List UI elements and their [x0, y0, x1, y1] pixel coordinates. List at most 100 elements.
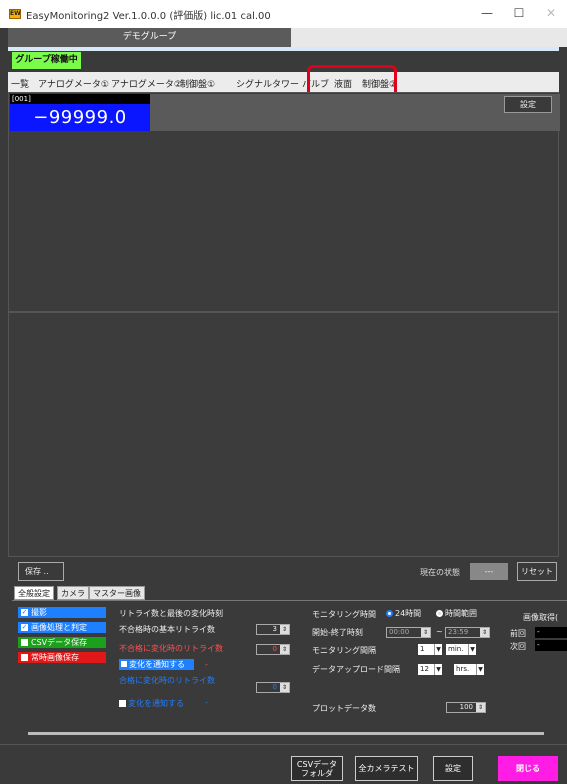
- select-value: hrs.: [456, 665, 470, 673]
- start-time-input[interactable]: 00:00 ⇕: [386, 627, 431, 638]
- checkbox-capture[interactable]: ✓ 撮影: [18, 607, 106, 618]
- checkbox-label: 常時画像保存: [31, 653, 79, 662]
- stepper-value: 3: [272, 625, 277, 633]
- monitor-cell-value[interactable]: −99999.0: [10, 104, 150, 131]
- chevron-down-icon: ▼: [468, 644, 476, 655]
- tab-general-settings[interactable]: 全般設定: [14, 586, 54, 600]
- upload-value-select[interactable]: 12 ▼: [418, 664, 442, 675]
- stepper-arrows-icon[interactable]: ⇕: [421, 628, 430, 637]
- retry-basic-label: 不合格時の基本リトライ数: [119, 625, 215, 634]
- notify-2-extra: -: [205, 698, 208, 707]
- checkbox-empty-icon: [21, 654, 28, 661]
- retry-section-title: リトライ数と最後の変化時刻: [119, 609, 223, 618]
- previous-capture-value: -: [535, 627, 567, 638]
- csv-folder-button[interactable]: CSVデータ フォルダ: [291, 756, 343, 781]
- footer-settings-button[interactable]: 設定: [433, 756, 473, 781]
- tab-control-panel-1[interactable]: 制御盤①: [180, 77, 215, 90]
- csv-folder-line2: フォルダ: [301, 769, 333, 778]
- time-value: 00:00: [389, 628, 410, 636]
- window-title: EasyMonitoring2 Ver.1.0.0.0 (評価版) lic.01…: [26, 11, 271, 22]
- notify-change-checkbox-1[interactable]: 変化を通知する: [119, 659, 194, 670]
- upload-interval-label: データアップロード間隔: [312, 665, 400, 674]
- csv-folder-line1: CSVデータ: [296, 760, 338, 769]
- checkbox-label: 撮影: [31, 608, 47, 617]
- checkbox-label: 変化を通知する: [129, 660, 185, 669]
- checkbox-always-save-image[interactable]: 常時画像保存: [18, 652, 106, 663]
- stepper-arrows-icon[interactable]: ⇕: [480, 628, 489, 637]
- current-state-value: ---: [470, 563, 508, 580]
- all-camera-test-button[interactable]: 全カメラテスト: [355, 756, 418, 781]
- stepper-value: 0: [272, 645, 277, 653]
- tab-signal-tower[interactable]: シグナルタワー: [236, 77, 299, 90]
- close-button[interactable]: 閉じる: [498, 756, 558, 781]
- monitoring-time-label: モニタリング時間: [312, 610, 376, 619]
- stepper-arrows-icon[interactable]: ⇕: [280, 645, 289, 654]
- notify-1-extra: -: [205, 660, 208, 669]
- image-capture-title: 画像取得(: [523, 613, 559, 622]
- end-time-input[interactable]: 23:59 ⇕: [445, 627, 490, 638]
- checkbox-empty-icon: [119, 700, 126, 707]
- upload-unit-select[interactable]: hrs. ▼: [454, 664, 484, 675]
- retry-change-label: 不合格に変化時のリトライ数: [119, 644, 223, 653]
- checkbox-csv-save[interactable]: CSVデータ保存: [18, 637, 106, 648]
- stepper-arrows-icon[interactable]: ⇕: [280, 683, 289, 692]
- stepper-arrows-icon[interactable]: ⇕: [280, 625, 289, 634]
- radio-unselected-icon: [436, 610, 443, 617]
- time-value: 23:59: [448, 628, 469, 636]
- chevron-down-icon: ▼: [434, 644, 442, 655]
- chevron-down-icon: ▼: [434, 664, 442, 675]
- next-capture-value: -: [535, 640, 567, 651]
- select-value: min.: [448, 645, 464, 653]
- footer-bar: [0, 744, 567, 784]
- checkbox-check-icon: [121, 661, 127, 667]
- radio-label: 24時間: [395, 609, 422, 618]
- horizontal-scrollbar[interactable]: [28, 732, 544, 735]
- app-logo-icon: EW: [9, 9, 21, 19]
- monitor-settings-button[interactable]: 設定: [504, 96, 552, 113]
- save-button[interactable]: 保存 ..: [18, 562, 64, 581]
- retry-change-stepper[interactable]: 0 ⇕: [256, 644, 290, 655]
- previous-capture-label: 前回: [510, 629, 526, 638]
- checkbox-label: 変化を通知する: [128, 699, 184, 708]
- retry-pass-change-stepper[interactable]: 0 ⇕: [256, 682, 290, 693]
- checkbox-check-icon: ✓: [21, 623, 28, 631]
- monitor-cell-id: [001]: [10, 94, 150, 104]
- reset-button[interactable]: リセット: [517, 562, 557, 581]
- checkbox-label: 画像処理と判定: [31, 623, 87, 632]
- start-end-time-label: 開始-終了時刻: [312, 628, 363, 637]
- maximize-button[interactable]: ☐: [508, 4, 530, 22]
- chevron-down-icon: ▼: [476, 664, 484, 675]
- radio-time-range[interactable]: 時間範囲: [436, 608, 477, 619]
- plot-data-count-label: プロットデータ数: [312, 704, 376, 713]
- tab-master-image[interactable]: マスター画像: [89, 586, 145, 600]
- radio-selected-icon: [386, 610, 393, 617]
- checkbox-label: CSVデータ保存: [31, 638, 88, 647]
- interval-unit-select[interactable]: min. ▼: [446, 644, 476, 655]
- window-titlebar: EW EasyMonitoring2 Ver.1.0.0.0 (評価版) lic…: [0, 0, 567, 28]
- radio-24h[interactable]: 24時間: [386, 608, 421, 619]
- plot-data-count-stepper[interactable]: 100 ⇕: [446, 702, 486, 713]
- stepper-arrows-icon[interactable]: ⇕: [476, 703, 485, 712]
- monitoring-interval-label: モニタリング間隔: [312, 646, 376, 655]
- checkbox-image-processing[interactable]: ✓ 画像処理と判定: [18, 622, 106, 633]
- stepper-value: 100: [459, 703, 473, 711]
- notify-change-checkbox-2[interactable]: 変化を通知する: [119, 698, 184, 709]
- tab-camera[interactable]: カメラ: [57, 586, 89, 600]
- checkbox-check-icon: ✓: [21, 608, 28, 616]
- group-tab-strip: [291, 28, 567, 47]
- stepper-value: 0: [272, 683, 277, 691]
- current-state-label: 現在の状態: [420, 568, 460, 577]
- close-window-button[interactable]: ✕: [540, 4, 562, 22]
- monitor-panel-bottom: [8, 312, 559, 557]
- checkbox-empty-icon: [21, 639, 28, 646]
- tab-analog-meter-2[interactable]: アナログメータ②: [111, 77, 182, 90]
- radio-label: 時間範囲: [445, 609, 477, 618]
- tab-list[interactable]: 一覧: [11, 77, 29, 90]
- minimize-button[interactable]: —: [476, 4, 498, 22]
- group-tab[interactable]: デモグループ: [8, 28, 291, 47]
- retry-basic-stepper[interactable]: 3 ⇕: [256, 624, 290, 635]
- time-range-separator: ~: [436, 627, 443, 636]
- select-value: 12: [420, 665, 429, 673]
- interval-value-select[interactable]: 1 ▼: [418, 644, 442, 655]
- tab-analog-meter-1[interactable]: アナログメータ①: [38, 77, 109, 90]
